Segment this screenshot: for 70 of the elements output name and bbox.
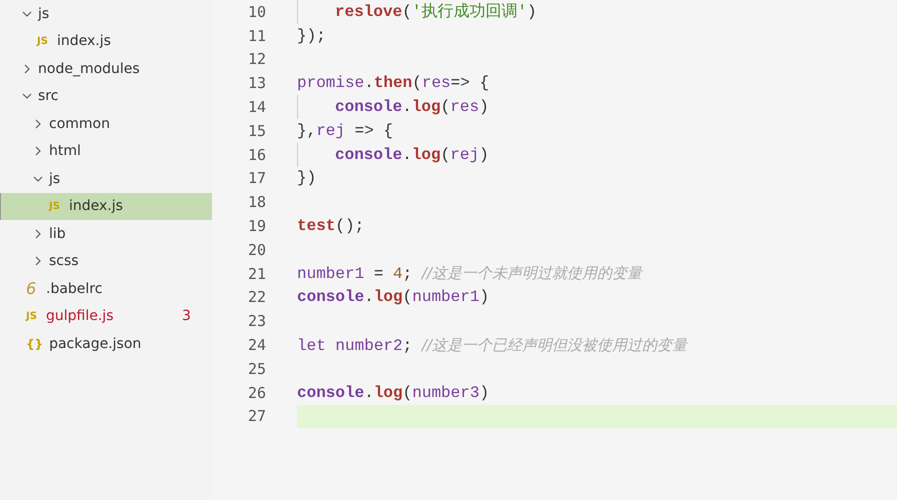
tree-item[interactable]: html (0, 138, 212, 165)
file-name: html (49, 143, 81, 160)
line-number: 16 (246, 146, 267, 164)
file-name: index.js (69, 198, 123, 214)
tree-item[interactable]: 6 .babelrc (0, 275, 212, 302)
tree-item[interactable]: js (0, 0, 212, 28)
chevron-right-icon (22, 64, 32, 74)
file-type-icon: JS (37, 36, 51, 47)
tree-item[interactable]: js (0, 165, 212, 192)
line-number: 23 (246, 312, 267, 330)
chevron-right-icon (33, 118, 43, 129)
file-name: scss (49, 253, 79, 270)
tree-item[interactable]: JS gulpfile.js 3 (0, 302, 212, 330)
line-number: 25 (246, 360, 267, 378)
tree-item[interactable]: JS index.js (0, 28, 212, 55)
line-number: 21 (246, 264, 267, 283)
line-number: 24 (246, 336, 267, 354)
line-number: 15 (246, 122, 267, 140)
line-number: 26 (246, 384, 267, 402)
file-type-icon: JS (26, 310, 40, 322)
code-line: reslove('执行成功回调') (334, 2, 537, 22)
chevron-down-icon (22, 8, 32, 19)
tree-item[interactable]: lib (0, 220, 212, 248)
chevron-right-icon (33, 146, 43, 156)
chevron-right-icon (33, 228, 43, 239)
line-number: 11 (246, 26, 267, 45)
line-number: 27 (246, 407, 267, 426)
code-line: console.log(res) (334, 98, 489, 116)
code-line: },rej => { (297, 122, 394, 140)
tree-item[interactable]: JS index.js (0, 192, 212, 220)
line-number: 18 (246, 193, 267, 212)
line-number: 19 (246, 217, 267, 236)
line-number: 14 (246, 98, 267, 116)
file-name: js (38, 6, 50, 22)
file-name: package.json (49, 336, 142, 352)
tree-item[interactable]: common (0, 110, 212, 138)
code-line: console.log(number1) (297, 288, 490, 306)
file-name: js (49, 170, 60, 187)
file-name: .babelrc (46, 280, 102, 297)
tree-item[interactable]: src (0, 82, 212, 110)
code-line: let number2; //这是一个已经声明但没被使用过的变量 (297, 336, 687, 355)
file-name: common (49, 116, 110, 132)
chevron-down-icon (22, 91, 32, 102)
file-name: lib (49, 226, 66, 242)
file-type-icon: {} (26, 336, 44, 351)
line-number: 12 (246, 50, 267, 68)
tree-item[interactable]: {} package.json (0, 330, 212, 358)
file-name: node_modules (38, 60, 140, 77)
code-line: test(); (297, 217, 364, 236)
chevron-down-icon (33, 174, 43, 184)
code-line: promise.then(res=> { (297, 74, 490, 92)
code-line: }); (297, 26, 326, 45)
code-line: number1 = 4; //这是一个未声明过就使用的变量 (297, 264, 642, 284)
problem-count: 3 (182, 308, 191, 324)
file-name: gulpfile.js (46, 308, 114, 324)
code-line: }) (297, 169, 316, 188)
line-number: 22 (246, 288, 267, 306)
line-number: 17 (246, 169, 267, 188)
code-line: console.log(number3) (297, 384, 490, 402)
tree-item[interactable]: node_modules (0, 55, 212, 82)
tree-item[interactable]: scss (0, 248, 212, 275)
code-line: console.log(rej) (334, 146, 489, 164)
chevron-right-icon (33, 256, 43, 266)
file-name: src (38, 88, 58, 104)
line-number: 20 (246, 240, 267, 259)
file-name: index.js (57, 33, 111, 50)
line-number: 13 (246, 74, 267, 92)
file-type-icon: 6 (26, 279, 40, 298)
line-number: 10 (246, 2, 267, 21)
file-type-icon: JS (49, 200, 63, 212)
